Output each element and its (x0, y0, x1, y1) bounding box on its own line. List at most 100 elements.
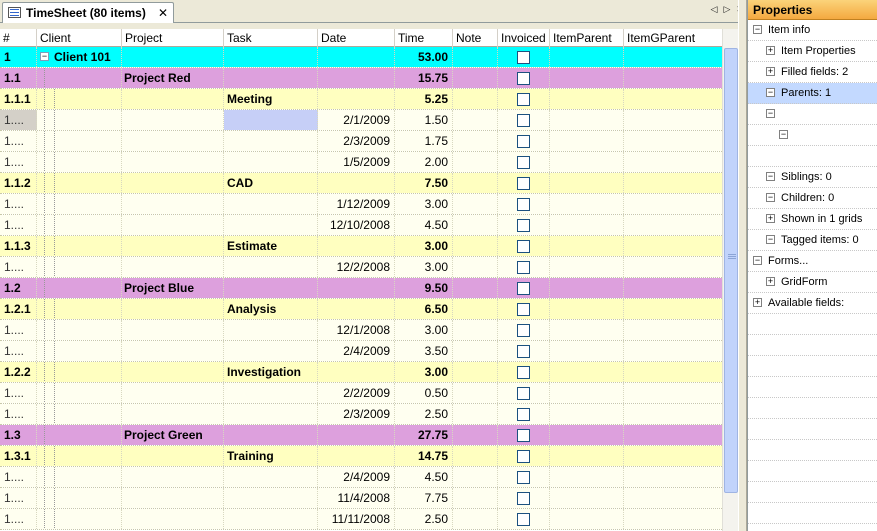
task-cell[interactable]: Investigation (224, 362, 318, 382)
invoiced-cell[interactable] (498, 257, 550, 277)
itemgparent-cell[interactable] (624, 299, 738, 319)
property-item[interactable]: − Siblings: 0 (748, 167, 877, 188)
client-cell[interactable] (37, 173, 122, 193)
itemgparent-cell[interactable] (624, 257, 738, 277)
invoiced-checkbox[interactable] (517, 344, 530, 358)
invoiced-cell[interactable] (498, 425, 550, 445)
time-cell[interactable]: 27.75 (395, 425, 453, 445)
table-row[interactable]: 1.1.1 −Meeting 5.25 (0, 89, 738, 110)
task-cell[interactable] (224, 404, 318, 424)
client-cell[interactable] (37, 131, 122, 151)
header-date[interactable]: Date (318, 29, 395, 47)
header-time[interactable]: Time (395, 29, 453, 47)
invoiced-cell[interactable] (498, 320, 550, 340)
property-item[interactable]: + Available fields: (748, 293, 877, 314)
table-row[interactable]: 1.... 12/1/2008 3.00 (0, 320, 738, 341)
expand-icon[interactable]: + (766, 214, 775, 223)
row-number[interactable]: 1.2.1 (0, 299, 37, 319)
time-cell[interactable]: 15.75 (395, 68, 453, 88)
time-cell[interactable]: 1.50 (395, 110, 453, 130)
date-cell[interactable] (318, 362, 395, 382)
time-cell[interactable]: 4.50 (395, 467, 453, 487)
itemgparent-cell[interactable] (624, 110, 738, 130)
date-cell[interactable] (318, 446, 395, 466)
task-cell[interactable] (224, 152, 318, 172)
date-cell[interactable] (318, 89, 395, 109)
scroll-thumb[interactable] (724, 48, 738, 493)
table-row[interactable]: 1.2.2 −Investigation 3.00 (0, 362, 738, 383)
row-number[interactable]: 1 (0, 47, 37, 67)
note-cell[interactable] (453, 236, 498, 256)
itemparent-cell[interactable] (550, 383, 624, 403)
client-cell[interactable]: − Client 101 (37, 47, 122, 67)
project-cell[interactable] (122, 488, 224, 508)
row-number[interactable]: 1.... (0, 215, 37, 235)
client-cell[interactable] (37, 194, 122, 214)
tab-timesheet[interactable]: TimeSheet (80 items) ✕ (2, 2, 174, 23)
itemparent-cell[interactable] (550, 194, 624, 214)
time-cell[interactable]: 7.75 (395, 488, 453, 508)
task-cell[interactable] (224, 341, 318, 361)
property-item[interactable]: − Tagged items: 0 (748, 230, 877, 251)
note-cell[interactable] (453, 299, 498, 319)
task-cell[interactable] (224, 509, 318, 529)
date-cell[interactable]: 2/4/2009 (318, 467, 395, 487)
client-cell[interactable] (37, 236, 122, 256)
project-cell[interactable] (122, 467, 224, 487)
task-cell[interactable] (224, 47, 318, 67)
note-cell[interactable] (453, 320, 498, 340)
panel-splitter[interactable] (738, 0, 747, 531)
table-row[interactable]: 1.... 2/2/2009 0.50 (0, 383, 738, 404)
table-row[interactable]: 1.... 2/3/2009 2.50 (0, 404, 738, 425)
invoiced-checkbox[interactable] (517, 218, 530, 232)
invoiced-cell[interactable] (498, 173, 550, 193)
date-cell[interactable] (318, 47, 395, 67)
invoiced-cell[interactable] (498, 341, 550, 361)
invoiced-checkbox[interactable] (517, 134, 530, 148)
table-row[interactable]: 1.1 −Project Red 15.75 (0, 68, 738, 89)
itemparent-cell[interactable] (550, 131, 624, 151)
itemgparent-cell[interactable] (624, 215, 738, 235)
date-cell[interactable]: 2/3/2009 (318, 404, 395, 424)
note-cell[interactable] (453, 215, 498, 235)
client-cell[interactable] (37, 215, 122, 235)
invoiced-cell[interactable] (498, 383, 550, 403)
invoiced-cell[interactable] (498, 110, 550, 130)
table-row[interactable]: 1.... 2/4/2009 3.50 (0, 341, 738, 362)
itemgparent-cell[interactable] (624, 278, 738, 298)
itemparent-cell[interactable] (550, 236, 624, 256)
note-cell[interactable] (453, 362, 498, 382)
note-cell[interactable] (453, 446, 498, 466)
invoiced-cell[interactable] (498, 362, 550, 382)
tab-close-icon[interactable]: ✕ (157, 7, 169, 19)
time-cell[interactable]: 3.00 (395, 320, 453, 340)
note-cell[interactable] (453, 425, 498, 445)
property-item[interactable]: + Shown in 1 grids (748, 209, 877, 230)
itemgparent-cell[interactable] (624, 404, 738, 424)
client-cell[interactable] (37, 488, 122, 508)
invoiced-checkbox[interactable] (517, 197, 530, 211)
client-cell[interactable] (37, 425, 122, 445)
client-cell[interactable] (37, 68, 122, 88)
row-number[interactable]: 1.... (0, 341, 37, 361)
property-item[interactable]: − (748, 125, 877, 146)
row-number[interactable]: 1.... (0, 131, 37, 151)
invoiced-cell[interactable] (498, 446, 550, 466)
task-cell[interactable]: Estimate (224, 236, 318, 256)
itemgparent-cell[interactable] (624, 488, 738, 508)
date-cell[interactable] (318, 68, 395, 88)
client-cell[interactable] (37, 89, 122, 109)
itemgparent-cell[interactable] (624, 68, 738, 88)
itemparent-cell[interactable] (550, 341, 624, 361)
invoiced-checkbox[interactable] (517, 92, 530, 106)
invoiced-checkbox[interactable] (517, 323, 530, 337)
invoiced-cell[interactable] (498, 404, 550, 424)
note-cell[interactable] (453, 278, 498, 298)
note-cell[interactable] (453, 257, 498, 277)
task-cell[interactable]: Analysis (224, 299, 318, 319)
invoiced-cell[interactable] (498, 509, 550, 529)
note-cell[interactable] (453, 509, 498, 529)
itemgparent-cell[interactable] (624, 446, 738, 466)
task-cell[interactable]: Training (224, 446, 318, 466)
task-cell[interactable]: CAD (224, 173, 318, 193)
